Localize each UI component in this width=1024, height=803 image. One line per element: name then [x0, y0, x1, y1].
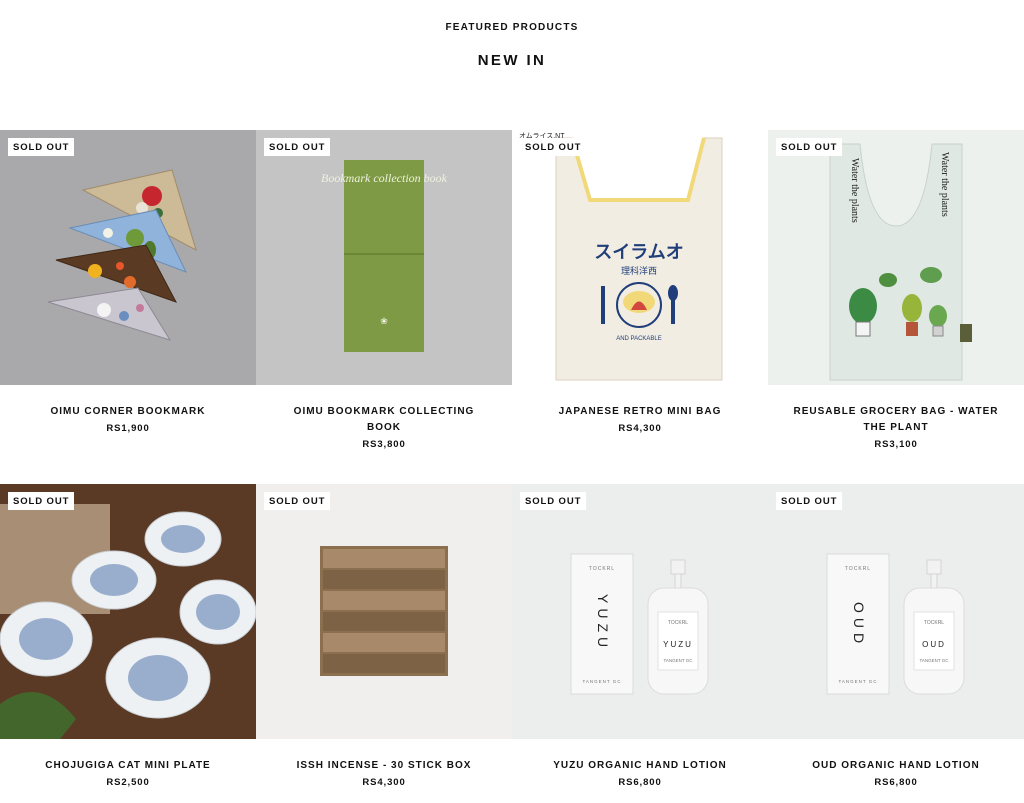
- strap-text: Water the plants: [939, 152, 950, 217]
- product-price: RS4,300: [618, 423, 662, 434]
- product-card[interactable]: Water the plants Water the plants SOLD O…: [768, 130, 1024, 450]
- box-scent-label: YUZU: [595, 594, 611, 652]
- product-name[interactable]: YUZU ORGANIC HAND LOTION: [512, 758, 768, 774]
- brand-label: TOCKRL: [845, 566, 871, 572]
- sold-out-badge: SOLD OUT: [776, 138, 843, 156]
- bottle-scent-label: YUZU: [663, 640, 693, 649]
- incense-box-illustration: [320, 546, 448, 676]
- sold-out-badge: SOLD OUT: [520, 138, 587, 156]
- bookmark-book-illustration: Bookmark collection book ❀: [321, 160, 448, 352]
- sold-out-badge: SOLD OUT: [264, 138, 331, 156]
- sold-out-badge: SOLD OUT: [776, 492, 843, 510]
- product-image[interactable]: SOLD OUT: [0, 484, 256, 739]
- product-price: RS6,800: [618, 777, 662, 788]
- corner-bookmark-illustration: [47, 169, 197, 341]
- maker-label: TANGENT GC: [582, 679, 621, 684]
- product-price: RS3,100: [874, 439, 918, 450]
- oud-lotion-illustration: TOCKRL OUD TANGENT GC TOCKRL OUD TANGENT…: [826, 553, 965, 695]
- bag-subtitle: 理科洋西: [621, 265, 657, 277]
- bottle-scent-label: OUD: [922, 640, 946, 649]
- product-name[interactable]: ISSH INCENSE - 30 STICK BOX: [256, 758, 512, 774]
- product-card[interactable]: SOLD OUT ISSH INCENSE - 30 STICK BOX RS4…: [256, 484, 512, 788]
- sold-out-badge: SOLD OUT: [520, 492, 587, 510]
- grocery-bag-illustration: Water the plants Water the plants: [829, 143, 972, 381]
- bag-footer-text: AND PACKABLE: [616, 336, 662, 342]
- yuzu-lotion-illustration: TOCKRL YUZU TANGENT GC TOCKRL YUZU TANGE…: [570, 553, 709, 695]
- maker-label: TANGENT GC: [838, 679, 877, 684]
- maker-label: TANGENT GC: [919, 658, 949, 663]
- product-name[interactable]: JAPANESE RETRO MINI BAG: [512, 404, 768, 420]
- product-price: RS2,500: [106, 777, 150, 788]
- mini-plates-illustration: [0, 484, 256, 739]
- product-image[interactable]: Bookmark collection book ❀ SOLD OUT: [256, 130, 512, 385]
- sold-out-badge: SOLD OUT: [264, 492, 331, 510]
- product-name[interactable]: OIMU BOOKMARK COLLECTING BOOK: [256, 404, 512, 436]
- maker-label: TANGENT GC: [663, 658, 693, 663]
- product-card[interactable]: TOCKRL OUD TANGENT GC TOCKRL OUD TANGENT…: [768, 484, 1024, 788]
- retro-bag-illustration: スイラムオ 理科洋西 AND PACKABLE: [555, 137, 723, 381]
- sold-out-badge: SOLD OUT: [8, 492, 75, 510]
- product-card[interactable]: Bookmark collection book ❀ SOLD OUT OIMU…: [256, 130, 512, 450]
- product-card[interactable]: スイラムオ 理科洋西 AND PACKABLE SOLD OUT オムライス.N…: [512, 130, 768, 434]
- product-name[interactable]: OUD ORGANIC HAND LOTION: [768, 758, 1024, 774]
- product-price: RS4,300: [362, 777, 406, 788]
- brand-label: TOCKRL: [589, 566, 615, 572]
- book-cover-text: Bookmark collection book: [321, 171, 448, 185]
- svg-text:❀: ❀: [380, 316, 388, 326]
- product-name[interactable]: CHOJUGIGA CAT MINI PLATE: [0, 758, 256, 774]
- product-image[interactable]: スイラムオ 理科洋西 AND PACKABLE SOLD OUT オムライス.N…: [512, 130, 768, 385]
- brand-label: TOCKRL: [668, 620, 688, 626]
- product-card[interactable]: TOCKRL YUZU TANGENT GC TOCKRL YUZU TANGE…: [512, 484, 768, 788]
- product-image[interactable]: Water the plants Water the plants SOLD O…: [768, 130, 1024, 385]
- sold-out-badge: SOLD OUT: [8, 138, 75, 156]
- strap-text: Water the plants: [849, 158, 860, 223]
- product-image[interactable]: SOLD OUT: [256, 484, 512, 739]
- product-image[interactable]: TOCKRL YUZU TANGENT GC TOCKRL YUZU TANGE…: [512, 484, 768, 739]
- product-price: RS3,800: [362, 439, 406, 450]
- product-card[interactable]: SOLD OUT CHOJUGIGA CAT MINI PLATE RS2,50…: [0, 484, 256, 788]
- product-image[interactable]: TOCKRL OUD TANGENT GC TOCKRL OUD TANGENT…: [768, 484, 1024, 739]
- product-image[interactable]: SOLD OUT: [0, 130, 256, 385]
- section-eyebrow: FEATURED PRODUCTS: [445, 22, 579, 33]
- product-name[interactable]: OIMU CORNER BOOKMARK: [0, 404, 256, 420]
- section-title: NEW IN: [477, 52, 547, 69]
- product-price: RS1,900: [106, 423, 150, 434]
- bag-title: スイラムオ: [594, 242, 683, 263]
- brand-label: TOCKRL: [924, 620, 944, 626]
- product-price: RS6,800: [874, 777, 918, 788]
- box-scent-label: OUD: [851, 602, 867, 648]
- product-card[interactable]: SOLD OUT OIMU CORNER BOOKMARK RS1,900: [0, 130, 256, 434]
- product-name[interactable]: REUSABLE GROCERY BAG - WATER THE PLANT: [768, 404, 1024, 436]
